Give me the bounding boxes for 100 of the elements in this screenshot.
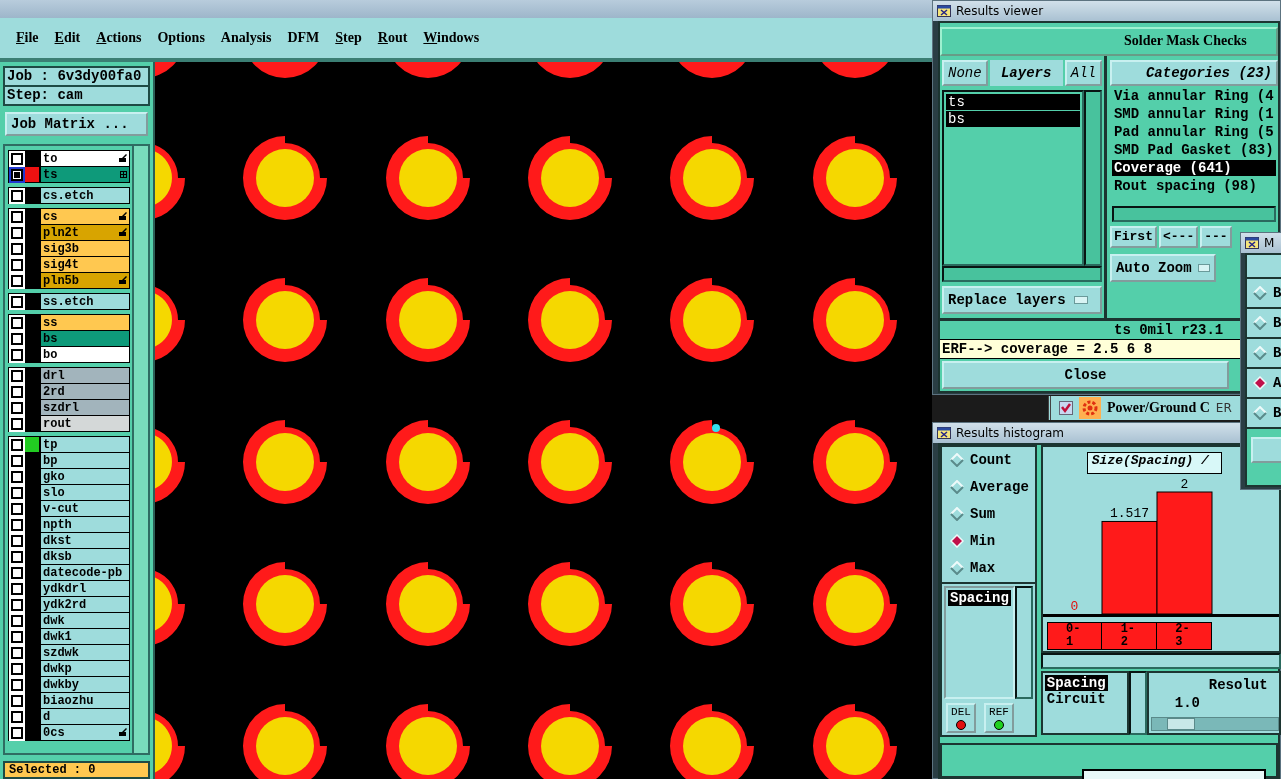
job-matrix-button[interactable]: Job Matrix ... — [5, 112, 148, 136]
category-item[interactable]: SMD Pad Gasket (83) — [1111, 141, 1276, 158]
none-button[interactable]: None — [942, 59, 988, 86]
layer-checkbox[interactable] — [11, 210, 23, 223]
layer-name[interactable]: sig4t — [41, 257, 129, 272]
category-item[interactable]: Via annular Ring (4 — [1111, 87, 1276, 104]
close-button[interactable]: Close — [942, 360, 1229, 389]
layer-checkbox[interactable] — [11, 646, 23, 659]
menu-item[interactable]: Actions — [88, 30, 150, 46]
nav-button[interactable]: <--- — [1159, 225, 1199, 248]
radio-option[interactable]: Sum — [950, 506, 1035, 523]
layer-name[interactable]: to — [41, 151, 129, 166]
menu-item[interactable]: Step — [327, 30, 370, 46]
layer-name[interactable]: dwkp — [41, 661, 129, 676]
layer-checkbox[interactable] — [11, 168, 23, 181]
field-item[interactable]: Spacing — [1044, 675, 1108, 691]
layer-name[interactable]: pln2t — [41, 225, 129, 240]
layer-checkbox[interactable] — [11, 486, 23, 499]
replace-layers-button[interactable]: Replace layers — [942, 285, 1102, 314]
layer-name[interactable]: dwk1 — [41, 629, 129, 644]
layer-checkbox[interactable] — [11, 630, 23, 643]
menu-item[interactable]: DFM — [279, 30, 328, 46]
scrollbar[interactable] — [132, 146, 148, 753]
layer-checkbox[interactable] — [11, 295, 23, 308]
layer-checkbox[interactable] — [11, 566, 23, 579]
categories-button[interactable]: Categories (23) — [1109, 59, 1278, 86]
layer-checkbox[interactable] — [11, 242, 23, 255]
layer-checkbox[interactable] — [11, 470, 23, 483]
layer-checkbox[interactable] — [11, 385, 23, 398]
layer-checkbox[interactable] — [11, 417, 23, 430]
layer-name[interactable]: ss — [41, 315, 129, 330]
delete-button[interactable]: DEL — [946, 703, 976, 733]
layer-name[interactable]: gko — [41, 469, 129, 484]
layer-checkbox[interactable] — [11, 502, 23, 515]
layer-name[interactable]: ydkdrl — [41, 581, 129, 596]
layer-name[interactable]: pln5b — [41, 273, 129, 288]
layer-name[interactable]: tp — [41, 437, 129, 452]
layer-name[interactable]: dwk — [41, 613, 129, 628]
layer-checkbox[interactable] — [11, 534, 23, 547]
menu-item[interactable]: Options — [149, 30, 213, 46]
layer-name[interactable]: dwkby — [41, 677, 129, 692]
layer-name[interactable]: ydk2rd — [41, 597, 129, 612]
radio-option[interactable]: A — [1247, 369, 1281, 399]
layer-name[interactable]: drl — [41, 368, 129, 383]
layer-checkbox[interactable] — [11, 614, 23, 627]
layer-checkbox[interactable] — [11, 582, 23, 595]
radio-option[interactable]: B — [1247, 399, 1281, 429]
auto-zoom-button[interactable]: Auto Zoom — [1109, 253, 1216, 282]
category-item[interactable]: Coverage (641) — [1111, 159, 1276, 176]
radio-option[interactable]: B — [1247, 339, 1281, 369]
layer-list-item[interactable]: ts — [946, 93, 1080, 110]
layer-name[interactable]: cs.etch — [41, 188, 129, 203]
radio-option[interactable]: Average — [950, 479, 1035, 496]
layer-name[interactable]: biaozhu — [41, 693, 129, 708]
layer-checkbox[interactable] — [11, 226, 23, 239]
layer-checkbox[interactable] — [11, 274, 23, 287]
menu-item[interactable]: Analysis — [212, 30, 280, 46]
layer-name[interactable]: v-cut — [41, 501, 129, 516]
layer-name[interactable]: sig3b — [41, 241, 129, 256]
radio-option[interactable]: Min — [950, 533, 1035, 550]
nav-button[interactable]: --- — [1200, 225, 1232, 248]
layer-checkbox[interactable] — [11, 438, 23, 451]
layer-name[interactable]: dksb — [41, 549, 129, 564]
layer-checkbox[interactable] — [11, 550, 23, 563]
layer-checkbox[interactable] — [11, 694, 23, 707]
layer-name[interactable]: bo — [41, 347, 129, 362]
radio-option[interactable]: B — [1247, 279, 1281, 309]
radio-option[interactable]: Max — [950, 560, 1035, 577]
layer-checkbox[interactable] — [11, 678, 23, 691]
resolution-slider[interactable] — [1150, 717, 1279, 731]
layer-checkbox[interactable] — [11, 332, 23, 345]
layer-checkbox[interactable] — [11, 152, 23, 165]
layer-name[interactable]: ss.etch — [41, 294, 129, 309]
layer-checkbox[interactable] — [11, 258, 23, 271]
layer-name[interactable]: bs — [41, 331, 129, 346]
layer-name[interactable]: d — [41, 709, 129, 724]
menu-item[interactable]: File — [8, 30, 47, 46]
layer-checkbox[interactable] — [11, 518, 23, 531]
layer-checkbox[interactable] — [11, 369, 23, 382]
layer-checkbox[interactable] — [11, 726, 23, 739]
all-button[interactable]: All — [1064, 59, 1102, 86]
layer-name[interactable]: dkst — [41, 533, 129, 548]
layer-checkbox[interactable] — [11, 598, 23, 611]
menu-item[interactable]: Edit — [46, 30, 89, 46]
layer-checkbox[interactable] — [11, 401, 23, 414]
attribute-item[interactable]: Spacing — [948, 589, 1011, 606]
layer-name[interactable]: bp — [41, 453, 129, 468]
layer-name[interactable]: slo — [41, 485, 129, 500]
layer-name[interactable]: ts — [41, 167, 129, 182]
menu-item[interactable]: Rout — [369, 30, 416, 46]
menu-item[interactable]: Windows — [415, 30, 488, 46]
field-item[interactable]: Circuit — [1044, 691, 1108, 707]
category-item[interactable]: Rout spacing (98) — [1111, 177, 1276, 194]
layer-checkbox[interactable] — [11, 710, 23, 723]
reference-button[interactable]: REF — [984, 703, 1014, 733]
layer-name[interactable]: szdwk — [41, 645, 129, 660]
scrollbar[interactable] — [1040, 653, 1281, 669]
layer-list-item[interactable]: bs — [946, 110, 1080, 127]
layer-name[interactable]: npth — [41, 517, 129, 532]
category-item[interactable]: SMD annular Ring (1 — [1111, 105, 1276, 122]
